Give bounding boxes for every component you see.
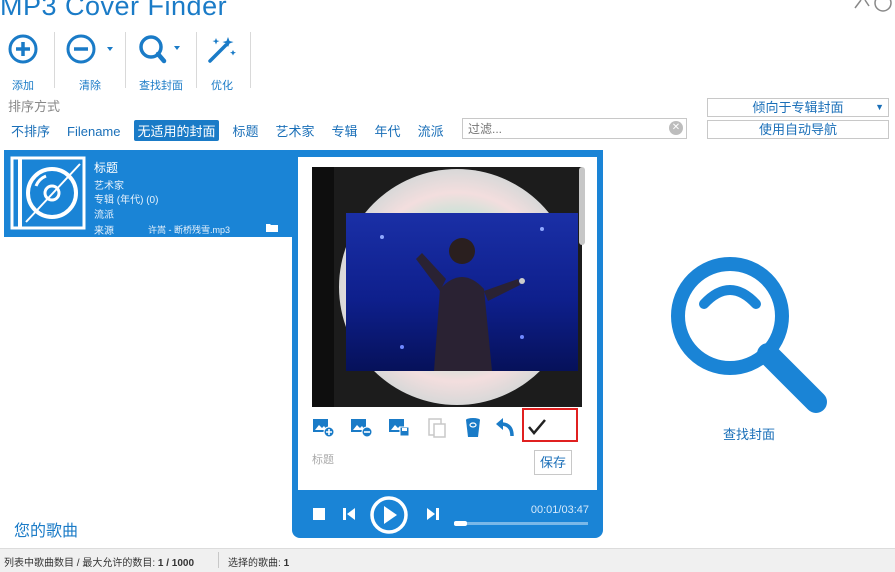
undo-icon[interactable]: [494, 416, 516, 438]
cover-preference-select[interactable]: 倾向于专辑封面 ▼: [707, 98, 889, 117]
chevron-down-icon: ▼: [875, 102, 884, 112]
next-icon[interactable]: [426, 507, 440, 521]
cover-preference-value: 倾向于专辑封面: [752, 100, 844, 115]
clear-button[interactable]: 清除: [64, 34, 116, 92]
sort-title[interactable]: 标题: [230, 120, 262, 141]
song-count-status: 列表中歌曲数目 / 最大允许的数目: 1 / 1000: [4, 554, 194, 569]
song-count-label: 列表中歌曲数目 / 最大允许的数目:: [4, 558, 158, 569]
cover-title-label: 标题: [312, 454, 334, 466]
add-label: 添加: [12, 80, 34, 92]
album-cover-image[interactable]: [312, 167, 582, 407]
big-search-icon[interactable]: [664, 250, 834, 420]
save-image-icon[interactable]: [388, 416, 410, 438]
progress-fill: [454, 521, 468, 526]
selected-count-status: 选择的歌曲: 1: [228, 554, 289, 569]
auto-navigation-button[interactable]: 使用自动导航: [707, 120, 889, 139]
cd-case-icon: [10, 156, 86, 230]
add-icon: [8, 34, 38, 64]
stop-icon[interactable]: [312, 507, 326, 521]
sort-year[interactable]: 年代: [372, 120, 404, 141]
previous-icon[interactable]: [342, 507, 356, 521]
search-icon: [139, 35, 180, 64]
progress-track[interactable]: [454, 521, 588, 526]
add-button[interactable]: 添加: [8, 34, 38, 92]
find-cover-label: 查找封面: [139, 80, 183, 92]
cover-editor-panel: 标题 保存 00:01/03:47: [292, 150, 603, 538]
sort-no-cover[interactable]: 无适用的封面: [134, 120, 219, 141]
remove-icon: [66, 34, 113, 64]
trash-icon[interactable]: [462, 416, 484, 438]
song-filename: 许嵩 - 断桥残雪.mp3: [148, 225, 231, 235]
find-cover-hint[interactable]: 查找封面: [723, 424, 775, 443]
status-bar: 列表中歌曲数目 / 最大允许的数目: 1 / 1000 选择的歌曲: 1: [0, 548, 895, 572]
filter-field[interactable]: ✕: [462, 118, 687, 139]
magic-wand-icon: [208, 37, 236, 63]
sort-none[interactable]: 不排序: [8, 120, 53, 141]
play-icon[interactable]: [369, 495, 409, 535]
filter-input[interactable]: [463, 119, 668, 138]
window-controls[interactable]: [835, 0, 895, 22]
remove-image-icon[interactable]: [350, 416, 372, 438]
sort-filename[interactable]: Filename: [64, 123, 123, 140]
song-source-label: 来源: [94, 226, 114, 237]
sort-artist[interactable]: 艺术家: [273, 120, 318, 141]
help-icon[interactable]: [835, 0, 895, 16]
folder-icon[interactable]: [266, 223, 278, 232]
toolbar: 添加 清除 查找封面 优化: [0, 28, 895, 92]
add-image-icon[interactable]: [312, 416, 334, 438]
song-genre: 流派: [94, 210, 114, 221]
your-songs-heading: 您的歌曲: [14, 523, 79, 540]
playback-time: 00:01/03:47: [530, 504, 589, 516]
sort-title: 排序方式: [8, 99, 61, 114]
song-list-item[interactable]: 标题 艺术家 专辑 (年代) (0) 流派 来源 许嵩 - 断桥残雪.mp3: [4, 150, 296, 237]
selected-count-label: 选择的歌曲:: [228, 558, 284, 569]
apply-highlight: [522, 408, 578, 442]
optimize-label: 优化: [211, 80, 233, 92]
sort-options: 不排序 Filename 无适用的封面 标题 艺术家 专辑 年代 流派: [8, 120, 458, 141]
app-title: MP3 Cover Finder: [0, 0, 228, 21]
song-artist: 艺术家: [94, 181, 124, 192]
clear-label: 清除: [79, 80, 101, 92]
paste-icon[interactable]: [426, 416, 448, 438]
cover-editor: 标题 保存: [298, 157, 597, 490]
clear-filter-icon[interactable]: ✕: [669, 121, 683, 135]
selected-count-value: 1: [283, 558, 290, 569]
song-title: 标题: [94, 161, 119, 175]
player-bar: 00:01/03:47: [292, 492, 603, 538]
save-button[interactable]: 保存: [534, 450, 572, 475]
song-count-value: 1 / 1000: [157, 558, 195, 569]
song-album: 专辑 (年代) (0): [94, 195, 159, 206]
sort-genre[interactable]: 流派: [415, 120, 447, 141]
find-cover-button[interactable]: 查找封面: [134, 34, 188, 92]
sort-album[interactable]: 专辑: [329, 120, 361, 141]
optimize-button[interactable]: 优化: [206, 34, 238, 92]
cover-scrollbar[interactable]: [579, 167, 585, 245]
